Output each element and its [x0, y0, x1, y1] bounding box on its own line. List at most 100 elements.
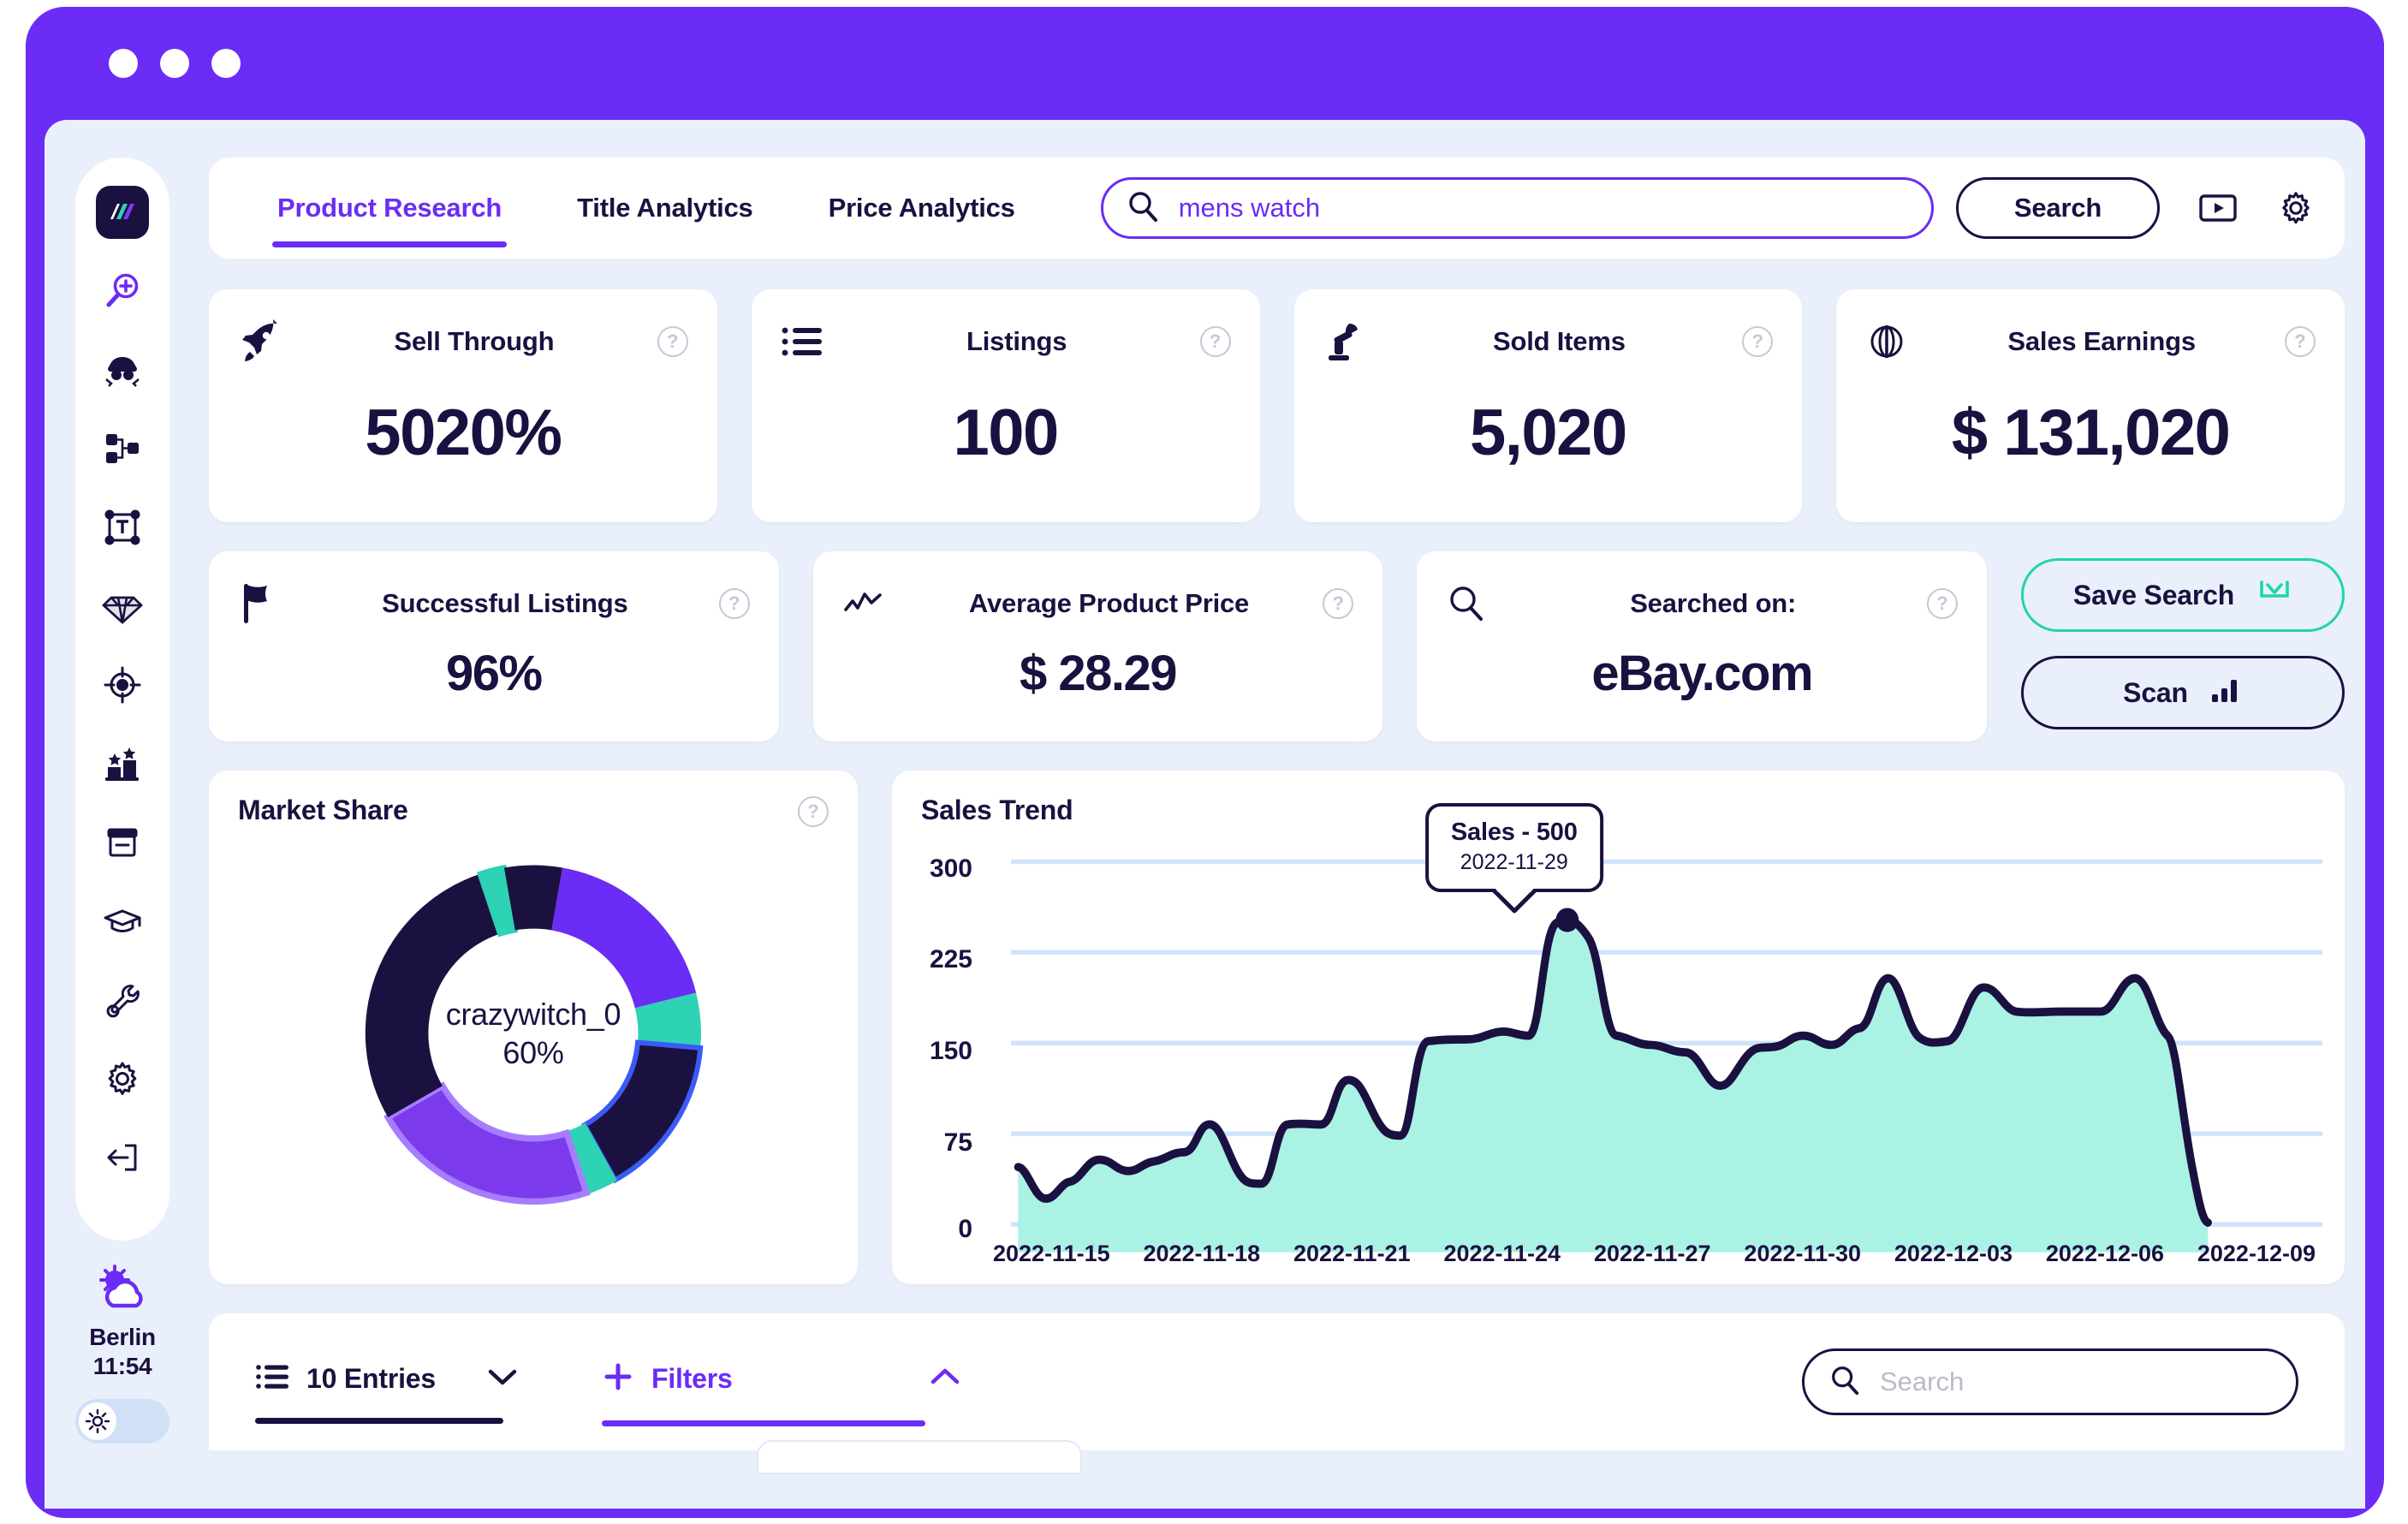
sidebar-item-logout[interactable]: [86, 1122, 158, 1194]
rocket-icon: [238, 318, 291, 365]
x-tick: 2022-11-27: [1593, 1241, 1711, 1266]
table-search-input[interactable]: [1880, 1366, 2272, 1397]
kpi-card-sell-through: Sell Through ? 5020%: [209, 289, 717, 522]
theme-toggle[interactable]: [75, 1399, 169, 1444]
tab-title-analytics[interactable]: Title Analytics: [539, 193, 790, 223]
x-tick: 2022-11-21: [1293, 1241, 1411, 1266]
kpi-title: Average Product Price: [968, 588, 1250, 618]
help-icon[interactable]: ?: [657, 326, 688, 357]
kpi-row-primary: Sell Through ? 5020% Listings ? 100 Sold…: [209, 289, 2345, 522]
kpi-value: 96%: [446, 645, 543, 701]
weather-widget: Berlin 11:54: [89, 1263, 156, 1380]
weather-city: Berlin: [89, 1324, 156, 1350]
chevron-down-icon[interactable]: [487, 1366, 518, 1391]
market-share-donut: crazywitch_0 60%: [209, 783, 858, 1284]
help-icon[interactable]: ?: [718, 588, 750, 619]
sidebar-item-premium[interactable]: [86, 570, 158, 642]
kpi-title: Searched on:: [1630, 588, 1797, 618]
kpi-card-listings: Listings ? 100: [751, 289, 1260, 522]
tab-price-analytics[interactable]: Price Analytics: [791, 193, 1053, 223]
kpi-value: $ 131,020: [1951, 396, 2231, 469]
sidebar-item-archive[interactable]: [86, 807, 158, 878]
kpi-value: $ 28.29: [1020, 645, 1178, 701]
help-icon[interactable]: ?: [1323, 588, 1354, 619]
sales-trend-title: Sales Trend: [921, 795, 1073, 825]
kpi-title: Sell Through: [394, 326, 555, 356]
kpi-title: Listings: [966, 326, 1067, 356]
screen: Berlin 11:54 Product Research Title Anal…: [0, 0, 2408, 1524]
archive-box-icon: [102, 824, 143, 861]
entries-selector[interactable]: 10 Entries: [255, 1362, 518, 1424]
chevron-up-icon[interactable]: [930, 1366, 960, 1391]
donut-segment-5[interactable]: [383, 1081, 591, 1205]
kpi-header: Sales Earnings ?: [1865, 315, 2316, 368]
help-icon[interactable]: ?: [1199, 326, 1231, 357]
logout-icon: [102, 1138, 143, 1177]
tooltip-date: 2022-11-29: [1460, 850, 1568, 874]
table-search-box[interactable]: [1802, 1348, 2298, 1415]
sun-cloud-icon: [89, 1263, 156, 1322]
kpi-card-sales-earnings: Sales Earnings ? $ 131,020: [1836, 289, 2345, 522]
x-tick: 2022-12-06: [2045, 1241, 2165, 1266]
x-tick: 2022-12-09: [2197, 1241, 2316, 1266]
window-maximize-dot[interactable]: [211, 49, 241, 78]
sidebar-item-competitor-spy[interactable]: [86, 334, 158, 406]
diamond-icon: [101, 586, 144, 627]
market-share-card: Market Share ? crazywitch_0 60%: [209, 771, 858, 1284]
filters-toggle[interactable]: Filters: [601, 1360, 960, 1426]
sidebar: Berlin 11:54: [75, 158, 169, 1459]
weather-time: 11:54: [92, 1353, 152, 1379]
graduation-cap-icon: [101, 902, 144, 940]
list-icon: [255, 1363, 289, 1395]
kpi-value: 5,020: [1470, 396, 1627, 469]
donut-center-name: crazywitch_0: [445, 997, 621, 1032]
scan-button[interactable]: Scan: [2021, 656, 2346, 729]
entries-label: 10 Entries: [306, 1362, 436, 1394]
main-search-box[interactable]: [1100, 177, 1934, 239]
kpi-value: 100: [953, 396, 1059, 469]
sidebar-item-product-research[interactable]: [86, 255, 158, 327]
help-icon[interactable]: ?: [1927, 588, 1959, 619]
gear-icon[interactable]: [2276, 188, 2316, 228]
help-icon[interactable]: ?: [2285, 326, 2316, 357]
spy-detective-icon: [101, 348, 144, 391]
help-icon[interactable]: ?: [1742, 326, 1774, 357]
sidebar-item-category-tree[interactable]: [86, 413, 158, 485]
kpi-header: Successful Listings ?: [238, 577, 750, 630]
x-axis: 2022-11-15 2022-11-18 2022-11-21 2022-11…: [993, 1241, 2316, 1267]
sidebar-item-title-builder[interactable]: [86, 491, 158, 563]
tooltip-label: Sales - 500: [1450, 819, 1578, 846]
sidebar-item-settings[interactable]: [86, 1043, 158, 1115]
action-buttons: Save Search Scan: [2021, 551, 2346, 729]
flag-icon: [238, 581, 291, 626]
filters-dropdown-panel: [757, 1440, 1082, 1474]
kpi-card-successful-listings: Successful Listings ? 96%: [209, 551, 779, 741]
wrench-icon: [102, 979, 143, 1021]
tooltip-pointer-icon: [1489, 889, 1538, 914]
sidebar-item-tools[interactable]: [86, 964, 158, 1036]
y-tick-0: 0: [958, 1215, 972, 1244]
sales-trend-svg: [1011, 859, 2322, 1253]
kpi-title: Successful Listings: [382, 588, 628, 618]
sales-trend-plot: 300 225 150 75 0 Sales - 500 2022-11-29: [914, 803, 2322, 1269]
x-tick: 2022-11-30: [1744, 1241, 1862, 1266]
search-button[interactable]: Search: [1956, 177, 2160, 239]
tab-product-research[interactable]: Product Research: [240, 193, 539, 247]
sidebar-item-rankings[interactable]: [86, 728, 158, 800]
donut-center-value: 60%: [502, 1035, 564, 1070]
save-search-button[interactable]: Save Search: [2021, 558, 2346, 632]
search-plus-icon: [101, 270, 144, 313]
sidebar-item-logo[interactable]: [86, 176, 158, 248]
target-icon: [102, 664, 143, 705]
window-minimize-dot[interactable]: [160, 49, 189, 78]
x-tick: 2022-12-03: [1894, 1241, 2013, 1266]
kpi-value: 5020%: [365, 396, 562, 469]
sidebar-item-target-market[interactable]: [86, 649, 158, 721]
video-play-icon[interactable]: [2197, 191, 2239, 225]
main-search-input[interactable]: [1178, 193, 1909, 223]
kpi-row-secondary: Successful Listings ? 96% Average Produc…: [209, 551, 2346, 741]
donut-segment-1[interactable]: [551, 867, 697, 1009]
scan-label: Scan: [2123, 676, 2188, 708]
sidebar-item-academy[interactable]: [86, 885, 158, 957]
window-close-dot[interactable]: [109, 49, 138, 78]
